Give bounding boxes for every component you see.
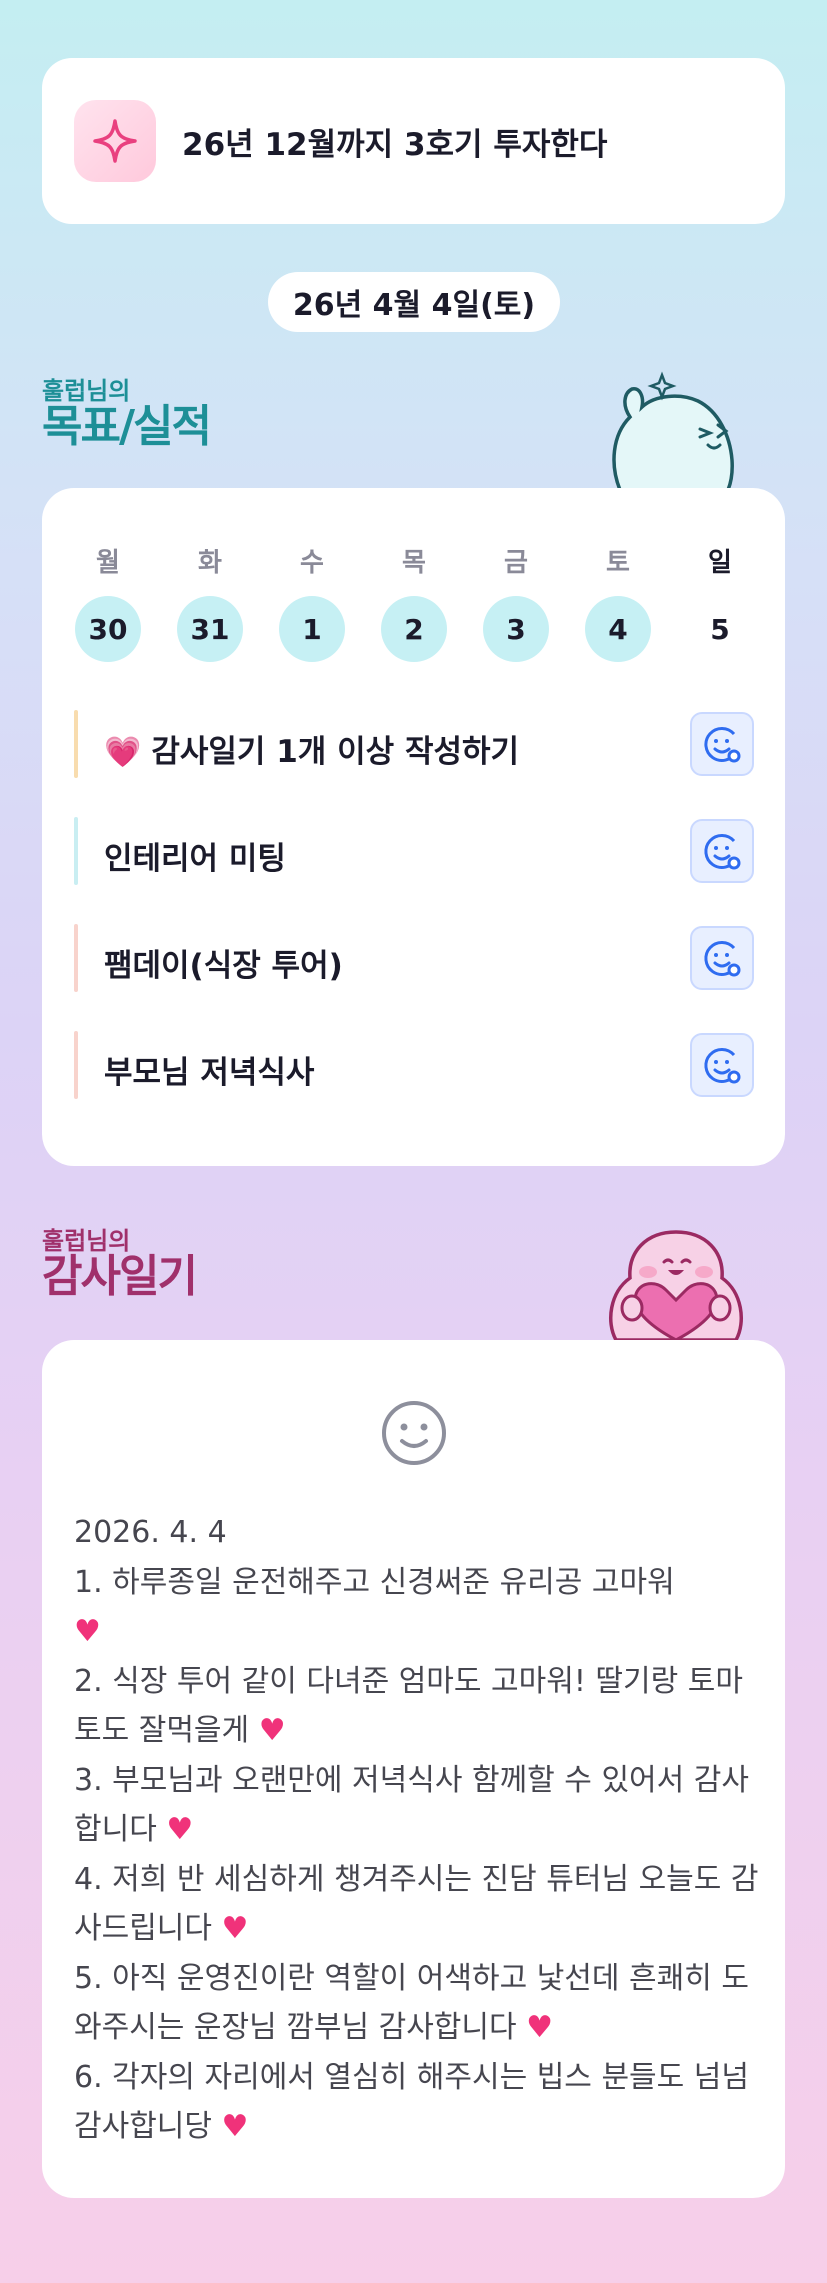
task-label: 팸데이(식장 투어): [104, 948, 343, 984]
day-label: 일: [708, 548, 732, 578]
date-pill[interactable]: 26년 4월 4일(토): [268, 272, 560, 332]
day-label: 화: [198, 548, 222, 578]
day-label: 월: [96, 548, 120, 578]
day-number: 30: [75, 596, 141, 662]
day-number: 31: [177, 596, 243, 662]
day-cell[interactable]: 4: [585, 596, 653, 662]
day-cell[interactable]: 3: [483, 596, 551, 662]
diary-section-title: 훌럽님의 감사일기: [42, 1228, 198, 1302]
smile-check-button[interactable]: [690, 1033, 754, 1097]
day-cell[interactable]: 30: [75, 596, 143, 662]
diary-date: 2026. 4. 4: [74, 1515, 227, 1550]
smile-check-button[interactable]: [690, 819, 754, 883]
goals-title: 목표/실적: [42, 401, 212, 452]
goal-text: 26년 12월까지 3호기 투자한다: [182, 126, 608, 163]
day-number: 3: [483, 596, 549, 662]
day-number: 1: [279, 596, 345, 662]
mascot-cheer-illustration: [600, 365, 750, 494]
task-color-bar: [74, 924, 78, 992]
diary-line: 4. 저희 반 세심하게 챙겨주시는 진담 튜터님 오늘도 감사드립니다 ♥: [74, 1861, 759, 1947]
heart-icon: ♥: [221, 1911, 249, 1946]
heart-icon: ♥: [221, 2109, 249, 2144]
heart-icon: ♥: [258, 1713, 286, 1748]
diary-title: 감사일기: [42, 1251, 198, 1302]
smile-icon[interactable]: [379, 1398, 449, 1472]
smile-check-icon: [704, 940, 741, 977]
day-label: 금: [504, 548, 528, 578]
heart-icon: ♥: [74, 1614, 101, 1649]
diary-line: 6. 각자의 자리에서 열심히 해주시는 빕스 분들도 넘넘 감사합니당 ♥: [74, 2059, 749, 2145]
heart-icon: ♥: [526, 2010, 554, 2045]
diary-line: 2. 식장 투어 같이 다녀준 엄마도 고마워! 딸기랑 토마토도 잘먹을게 ♥: [74, 1663, 743, 1749]
task-label: 💗 감사일기 1개 이상 작성하기: [104, 734, 520, 770]
smile-check-icon: [704, 833, 741, 870]
diary-content: 2026. 4. 4 1. 하루종일 운전해주고 신경써준 유리공 고마워 ♥ 2…: [74, 1508, 764, 2152]
smile-check-button[interactable]: [690, 712, 754, 776]
task-item-fam-day[interactable]: 팸데이(식장 투어): [74, 918, 754, 998]
heart-icon: 💗: [104, 735, 142, 770]
smile-check-icon: [704, 1047, 741, 1084]
day-cell[interactable]: 2: [381, 596, 449, 662]
goals-section-title: 훌럽님의 목표/실적: [42, 378, 212, 452]
sparkle-icon: [74, 100, 156, 182]
task-label: 부모님 저녁식사: [104, 1055, 315, 1091]
smile-check-button[interactable]: [690, 926, 754, 990]
day-number: 5: [710, 612, 730, 646]
task-color-bar: [74, 710, 78, 778]
day-number: 2: [381, 596, 447, 662]
day-cell[interactable]: 31: [177, 596, 245, 662]
mascot-heart-illustration: [596, 1212, 756, 1344]
day-label: 토: [606, 548, 630, 578]
day-label: 수: [300, 548, 324, 578]
task-item-parents-dinner[interactable]: 부모님 저녁식사: [74, 1025, 754, 1105]
day-cell[interactable]: 1: [279, 596, 347, 662]
heart-icon: ♥: [166, 1812, 194, 1847]
day-label: 목: [402, 548, 426, 578]
diary-line: 3. 부모님과 오랜만에 저녁식사 함께할 수 있어서 감사합니다 ♥: [74, 1762, 749, 1848]
task-color-bar: [74, 817, 78, 885]
task-label: 인테리어 미팅: [104, 841, 286, 877]
goal-card[interactable]: 26년 12월까지 3호기 투자한다: [42, 58, 785, 224]
smile-check-icon: [704, 726, 741, 763]
task-color-bar: [74, 1031, 78, 1099]
day-number: 4: [585, 596, 651, 662]
diary-line: 5. 아직 운영진이란 역할이 어색하고 낯선데 흔쾌히 도와주시는 운장님 깜…: [74, 1960, 749, 2046]
diary-line: 1. 하루종일 운전해주고 신경써준 유리공 고마워 ♥: [74, 1564, 675, 1650]
day-cell[interactable]: 5: [687, 596, 755, 662]
task-item-interior-meeting[interactable]: 인테리어 미팅: [74, 811, 754, 891]
task-item-gratitude[interactable]: 💗 감사일기 1개 이상 작성하기: [74, 704, 754, 784]
